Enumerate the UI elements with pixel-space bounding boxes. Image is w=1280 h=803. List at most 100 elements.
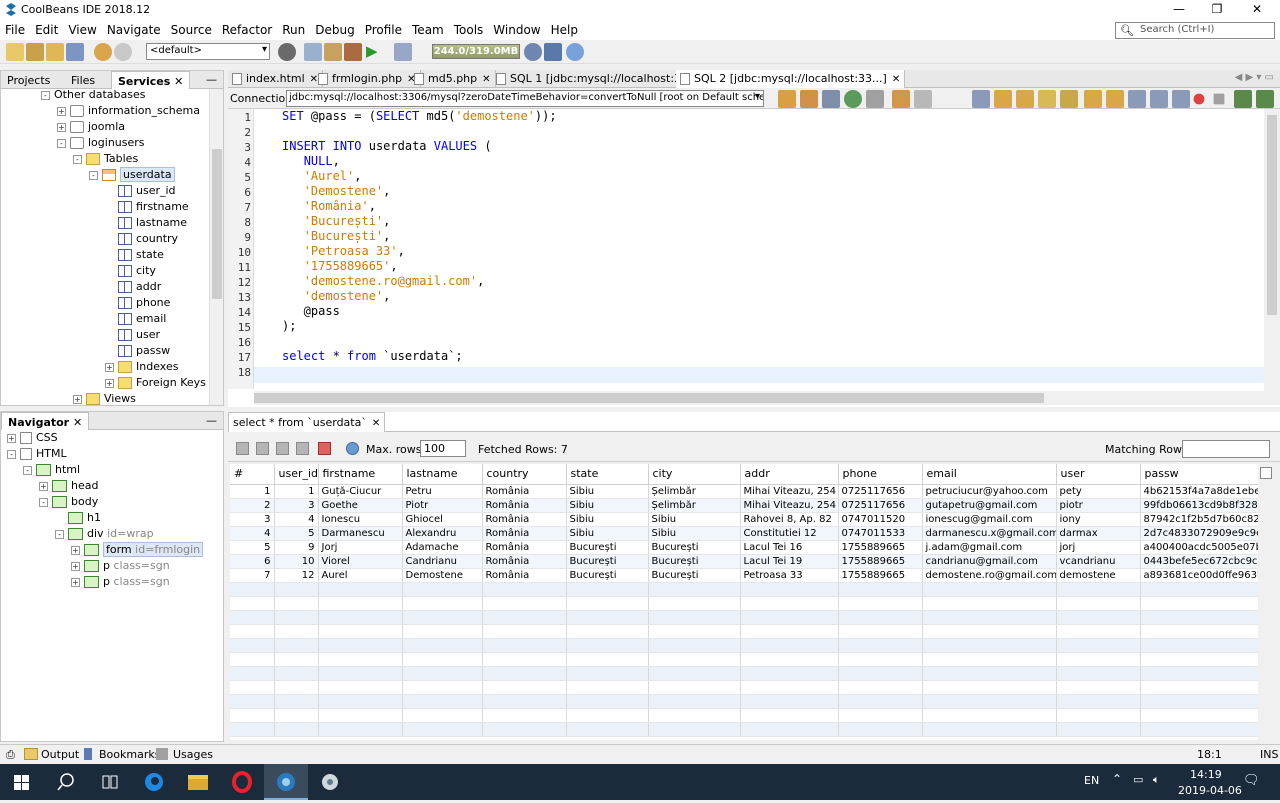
expand-icon[interactable]: + bbox=[73, 394, 82, 404]
app-taskbar-button[interactable] bbox=[308, 764, 352, 800]
code-line[interactable]: 'Demostene', bbox=[282, 184, 391, 199]
table-cell[interactable]: candrianu@gmail.com bbox=[922, 554, 1057, 569]
forward-icon[interactable] bbox=[914, 90, 932, 108]
column-header-user[interactable]: user bbox=[1056, 464, 1141, 485]
menu-item-debug[interactable]: Debug bbox=[310, 20, 359, 40]
table-cell[interactable]: 99fdb06613cd9b8f328b... bbox=[1140, 498, 1258, 513]
scrollbar-thumb[interactable] bbox=[212, 149, 222, 299]
hammer-icon[interactable] bbox=[304, 43, 322, 61]
table-cell[interactable]: Aurel bbox=[318, 568, 403, 583]
truncate-table-icon[interactable] bbox=[318, 442, 331, 455]
select-connection-icon[interactable] bbox=[822, 90, 840, 108]
table-cell[interactable]: Piotr bbox=[402, 498, 483, 513]
navigator-node[interactable]: - html bbox=[23, 462, 80, 478]
new-file-icon[interactable] bbox=[6, 43, 24, 61]
undo-icon[interactable] bbox=[94, 43, 112, 61]
menu-item-tools[interactable]: Tools bbox=[449, 20, 489, 40]
globe-icon[interactable] bbox=[278, 43, 296, 61]
explorer-taskbar-button[interactable] bbox=[176, 764, 220, 800]
connection-select[interactable]: jdbc:mysql://localhost:3306/mysql?zeroDa… bbox=[286, 90, 764, 107]
table-cell[interactable]: București bbox=[648, 568, 741, 583]
expand-icon[interactable]: + bbox=[71, 561, 80, 571]
table-cell[interactable]: Sibiu bbox=[566, 526, 649, 541]
tree-node[interactable]: + Foreign Keys bbox=[105, 375, 206, 391]
table-cell[interactable]: j.adam@gmail.com bbox=[922, 540, 1057, 555]
keep-tabs-icon[interactable] bbox=[866, 90, 884, 108]
table-cell[interactable]: România bbox=[482, 554, 567, 569]
table-cell[interactable]: România bbox=[482, 540, 567, 555]
table-cell[interactable]: 1755889665 bbox=[838, 540, 923, 555]
uncomment-icon[interactable] bbox=[1256, 90, 1274, 108]
coolbeans-taskbar-button[interactable] bbox=[264, 764, 308, 800]
toggle-highlight-icon[interactable] bbox=[1038, 90, 1056, 108]
tab-files[interactable]: Files bbox=[65, 71, 101, 89]
table-cell[interactable]: pety bbox=[1056, 484, 1141, 499]
comment-icon[interactable] bbox=[1234, 90, 1252, 108]
find-prev-icon[interactable] bbox=[994, 90, 1012, 108]
table-cell[interactable]: Mihai Viteazu, 254 bbox=[740, 498, 839, 513]
table-cell[interactable]: Viorel bbox=[318, 554, 403, 569]
table-cell[interactable]: București bbox=[566, 568, 649, 583]
column-header-state[interactable]: state bbox=[566, 464, 649, 485]
gc-icon[interactable] bbox=[524, 43, 542, 61]
table-cell[interactable]: România bbox=[482, 526, 567, 541]
table-cell[interactable]: 4 bbox=[274, 512, 319, 527]
editor-tab[interactable]: frmlogin.php ✕ bbox=[314, 70, 421, 88]
prev-bookmark-icon[interactable] bbox=[1084, 90, 1102, 108]
run-sql-icon[interactable] bbox=[778, 90, 796, 108]
table-cell[interactable]: darmanescu.x@gmail.com bbox=[922, 526, 1057, 541]
collapse-icon[interactable]: - bbox=[57, 138, 66, 148]
table-cell[interactable]: București bbox=[566, 554, 649, 569]
expand-icon[interactable]: + bbox=[105, 362, 114, 372]
table-cell[interactable]: 5 bbox=[230, 540, 275, 555]
menu-item-file[interactable]: File bbox=[0, 20, 30, 40]
table-cell[interactable]: 0747011520 bbox=[838, 512, 923, 527]
table-cell[interactable]: demostene.ro@gmail.com bbox=[922, 568, 1057, 583]
close-icon[interactable]: ✕ bbox=[372, 418, 380, 429]
refresh-icon[interactable] bbox=[346, 442, 359, 455]
stop-macro-icon[interactable] bbox=[1213, 93, 1225, 105]
record-macro-icon[interactable] bbox=[1193, 93, 1205, 105]
table-row[interactable]: 6 10 Viorel Candrianu România București Bucure… bbox=[230, 554, 1258, 569]
opera-taskbar-button[interactable] bbox=[220, 764, 264, 800]
table-cell[interactable]: Darmanescu bbox=[318, 526, 403, 541]
menu-item-help[interactable]: Help bbox=[546, 20, 583, 40]
toggle-bookmark-icon[interactable] bbox=[1128, 90, 1146, 108]
column-header-phone[interactable]: phone bbox=[838, 464, 923, 485]
tree-node[interactable]: lastname bbox=[105, 215, 187, 231]
table-row[interactable]: 2 3 Goethe Piotr România Sibiu Șelimbăr Mihai V… bbox=[230, 498, 1258, 513]
history-icon[interactable] bbox=[844, 90, 862, 108]
table-cell[interactable]: Petroasa 33 bbox=[740, 568, 839, 583]
table-cell[interactable]: 87942c1f2b5d7b60c825... bbox=[1140, 512, 1258, 527]
delete-record-icon[interactable] bbox=[256, 442, 269, 455]
minimize-panel-button[interactable]: — bbox=[206, 73, 217, 86]
grid-vertical-scrollbar[interactable] bbox=[1258, 464, 1274, 740]
minimize-button[interactable]: — bbox=[1160, 0, 1198, 20]
max-rows-input[interactable]: 100 bbox=[420, 440, 466, 457]
editor-horizontal-scrollbar[interactable] bbox=[254, 391, 1264, 405]
collapse-icon[interactable]: - bbox=[39, 497, 48, 507]
matching-rows-input[interactable] bbox=[1182, 440, 1270, 458]
tree-node[interactable]: - userdata bbox=[89, 167, 175, 183]
code-line[interactable]: SET @pass = (SELECT md5('demostene')); bbox=[282, 109, 557, 124]
tab-navigator[interactable]: Navigator ✕ bbox=[1, 412, 90, 430]
editor-vertical-scrollbar[interactable] bbox=[1264, 109, 1280, 405]
tree-node[interactable]: passw bbox=[105, 343, 170, 359]
table-cell[interactable]: 1755889665 bbox=[838, 568, 923, 583]
table-row[interactable]: 3 4 Ionescu Ghiocel România Sibiu Sibiu Rahovei… bbox=[230, 512, 1258, 527]
table-cell[interactable]: 5 bbox=[274, 526, 319, 541]
table-cell[interactable]: Candrianu bbox=[402, 554, 483, 569]
table-cell[interactable]: 0747011533 bbox=[838, 526, 923, 541]
usages-tab[interactable]: Usages bbox=[173, 748, 213, 761]
sql-editor[interactable]: 1 2 3 4 5 6 7 8 9 10 11 12 13 14 15 16 17 18 SET @pass = … bbox=[228, 109, 1280, 407]
tree-node[interactable]: email bbox=[105, 311, 166, 327]
tab-projects[interactable]: Projects bbox=[1, 71, 56, 89]
table-cell[interactable]: 12 bbox=[274, 568, 319, 583]
table-cell[interactable]: București bbox=[648, 540, 741, 555]
table-row[interactable]: 7 12 Aurel Demostene România București Bucureș… bbox=[230, 568, 1258, 583]
menu-item-navigate[interactable]: Navigate bbox=[102, 20, 166, 40]
menu-item-source[interactable]: Source bbox=[166, 20, 217, 40]
toggle-rect-select-icon[interactable] bbox=[1060, 90, 1078, 108]
collapse-icon[interactable]: - bbox=[55, 529, 64, 539]
table-cell[interactable]: demostene bbox=[1056, 568, 1141, 583]
